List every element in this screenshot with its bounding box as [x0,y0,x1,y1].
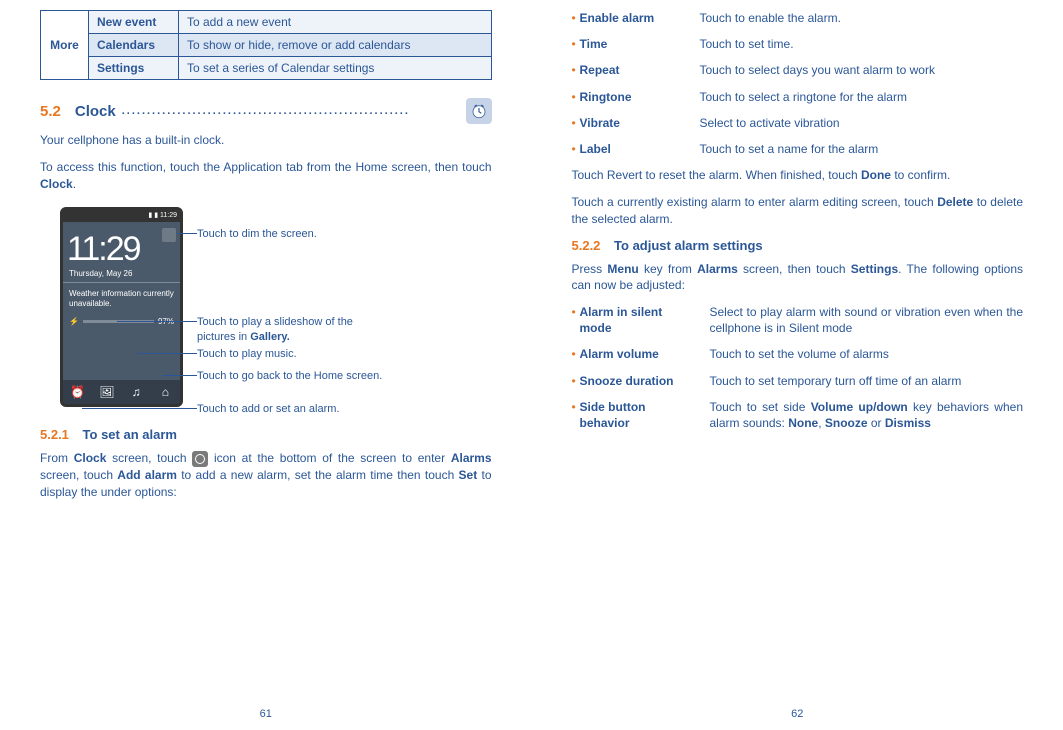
clock-intro-1: Your cellphone has a built-in clock. [40,132,492,149]
page-number: 62 [791,708,803,720]
callout-home: Touch to go back to the Home screen. [197,369,382,383]
section-5-2-heading: 5.2 Clock ..............................… [40,98,492,124]
section-number: 5.2 [40,103,61,120]
heading-dots: ........................................… [122,105,460,117]
page-62: •Enable alarmTouch to enable the alarm. … [532,0,1063,730]
subsection-5-2-2-heading: 5.2.2 To adjust alarm settings [572,238,1024,253]
clock-icon [466,98,492,124]
gallery-icon: 🖼 [99,384,115,400]
phone-weather: Weather information currently unavailabl… [63,283,180,314]
callout-music: Touch to play music. [197,347,297,361]
opt-vibrate: •VibrateSelect to activate vibration [572,115,1024,131]
opt-alarm-volume: • Alarm volume Touch to set the volume o… [572,346,1024,362]
opt-enable-alarm: •Enable alarmTouch to enable the alarm. [572,10,1024,26]
callouts: Touch to dim the screen. Touch to play a… [187,207,492,407]
delete-alarm-para: Touch a currently existing alarm to ente… [572,194,1024,228]
cal-row-desc: To set a series of Calendar settings [179,57,492,80]
opt-ringtone: •RingtoneTouch to select a ringtone for … [572,89,1024,105]
alarm-settings-list: • Alarm in silentmode Select to play ala… [572,304,1024,431]
opt-time: •TimeTouch to set time. [572,36,1024,52]
subsection-title: To adjust alarm settings [614,238,763,253]
set-alarm-para: From Clock screen, touch icon at the bot… [40,450,492,500]
phone-figure: ▮ ▮ 11:29 11:29 Thursday, May 26 Weather… [60,207,492,407]
page-61: More New event To add a new event Calend… [0,0,532,730]
home-icon: ⌂ [157,384,173,400]
subsection-5-2-1-heading: 5.2.1 To set an alarm [40,427,492,442]
cal-row-desc: To show or hide, remove or add calendars [179,34,492,57]
phone-statusbar: ▮ ▮ 11:29 [63,210,180,222]
calendar-more-table: More New event To add a new event Calend… [40,10,492,80]
section-title: Clock [75,103,116,120]
subsection-number: 5.2.1 [40,427,69,442]
page-number: 61 [260,708,272,720]
phone-bottom-icons: ⏰ 🖼 ♫ ⌂ [63,380,180,404]
revert-done-para: Touch Revert to reset the alarm. When fi… [572,167,1024,184]
alarm-icon: ⏰ [70,384,86,400]
more-cell: More [41,11,89,80]
callout-dim: Touch to dim the screen. [197,227,317,241]
phone-date: Thursday, May 26 [63,269,180,283]
cal-row-label: New event [89,11,179,34]
opt-label: •LabelTouch to set a name for the alarm [572,141,1024,157]
music-icon: ♫ [128,384,144,400]
cal-row-desc: To add a new event [179,11,492,34]
opt-snooze-duration: • Snooze duration Touch to set temporary… [572,373,1024,389]
cal-row-label: Settings [89,57,179,80]
opt-alarm-silent: • Alarm in silentmode Select to play ala… [572,304,1024,336]
subsection-number: 5.2.2 [572,238,601,253]
opt-repeat: •RepeatTouch to select days you want ala… [572,62,1024,78]
cal-row-label: Calendars [89,34,179,57]
phone-mockup: ▮ ▮ 11:29 11:29 Thursday, May 26 Weather… [60,207,183,407]
alarm-inline-icon [192,451,208,467]
callout-alarm: Touch to add or set an alarm. [197,402,339,416]
callout-slideshow: Touch to play a slideshow of the picture… [197,315,353,344]
adjust-settings-para: Press Menu key from Alarms screen, then … [572,261,1024,295]
opt-side-button: • Side buttonbehavior Touch to set side … [572,399,1024,431]
dim-icon [162,228,176,242]
subsection-title: To set an alarm [83,427,177,442]
alarm-options-list: •Enable alarmTouch to enable the alarm. … [572,10,1024,157]
clock-intro-2: To access this function, touch the Appli… [40,159,492,193]
